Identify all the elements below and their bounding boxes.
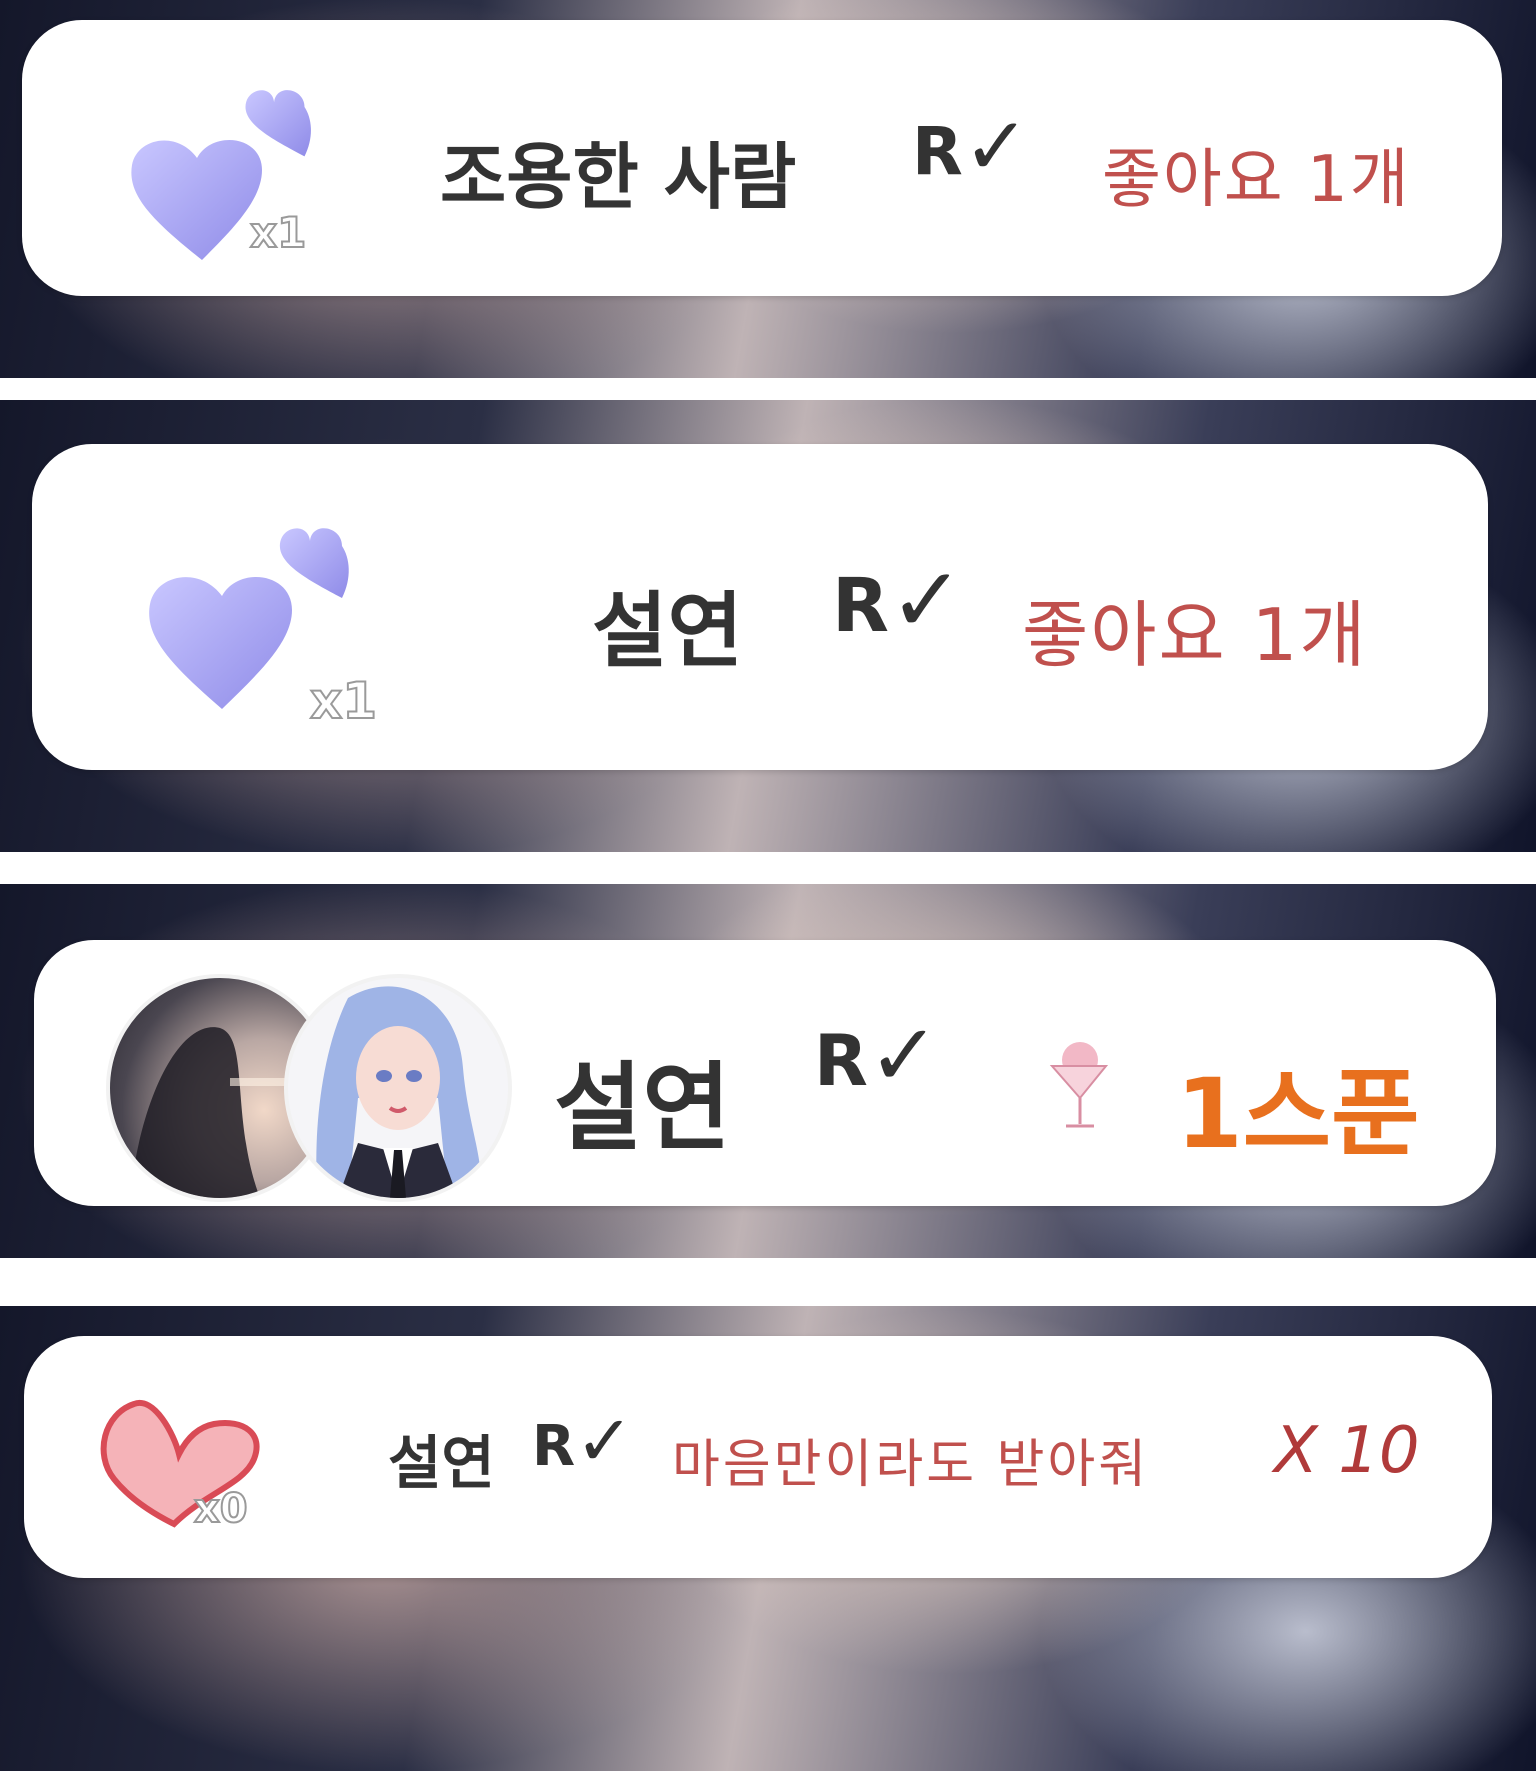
avatar[interactable] (284, 974, 512, 1202)
user-name[interactable]: 설연 (554, 1030, 731, 1169)
like-count-text: 좋아요 1개 (1102, 143, 1411, 217)
cocktail-glass-icon (1049, 1042, 1109, 1128)
multiplier-text: X 10 (1274, 1414, 1420, 1488)
rv-badge: R✓ (912, 100, 1030, 193)
count-badge: x0 (193, 1485, 249, 1533)
rv-badge: R✓ (532, 1400, 634, 1482)
rv-badge: R✓ (814, 1006, 940, 1106)
notification-card[interactable]: x1 조용한 사람 R✓ 좋아요 1개 (22, 20, 1502, 296)
like-count-text: 좋아요 1개 (1022, 593, 1368, 677)
gift-amount: 1스푼 (1176, 1058, 1420, 1170)
notification-card[interactable]: x1 설연 R✓ 좋아요 1개 (32, 444, 1488, 770)
rv-badge: R✓ (832, 548, 965, 653)
count-badge: x1 (249, 207, 307, 258)
count-badge: x1 (309, 671, 378, 731)
notification-card[interactable]: 설연 R✓ 1스푼 (34, 940, 1496, 1206)
notification-card[interactable]: x0 설연 R✓ 마음만이라도 받아줘 X 10 (24, 1336, 1492, 1578)
background-strip: x1 설연 R✓ 좋아요 1개 (0, 400, 1536, 852)
user-name[interactable]: 조용한 사람 (440, 118, 796, 223)
avatar-image (316, 986, 481, 1198)
background-strip: x1 조용한 사람 R✓ 좋아요 1개 (0, 0, 1536, 378)
background-strip: x0 설연 R✓ 마음만이라도 받아줘 X 10 (0, 1306, 1536, 1771)
user-name[interactable]: 설연 (388, 1416, 495, 1500)
user-name[interactable]: 설연 (592, 564, 743, 683)
background-strip: 설연 R✓ 1스푼 (0, 884, 1536, 1258)
gift-message: 마음만이라도 받아줘 (672, 1435, 1150, 1495)
purple-hearts-icon (131, 90, 311, 260)
